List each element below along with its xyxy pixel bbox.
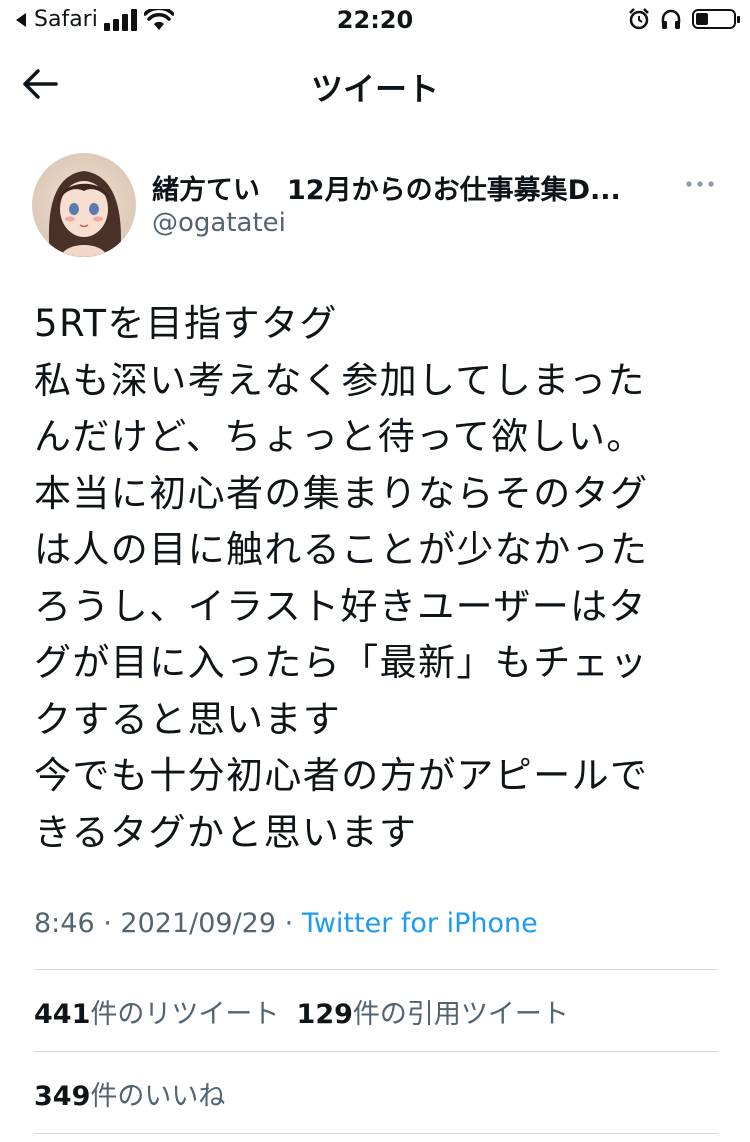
tweet-date[interactable]: 2021/09/29 <box>120 908 276 939</box>
retweets-count: 441 <box>34 999 91 1030</box>
divider <box>34 1051 718 1052</box>
tweet-text-line: 今でも十分初心者の方がアピールで <box>34 754 649 797</box>
retweets-stat[interactable]: 441件のリツイート <box>34 999 279 1030</box>
tweet-text-line: きるタグかと思います <box>34 810 418 854</box>
more-icon <box>686 181 714 187</box>
tweet-text-line: グが目に入ったら「最新」もチェッ <box>34 641 649 684</box>
divider <box>34 1133 718 1134</box>
author-name[interactable]: 緒方てい 12月からのお仕事募集D... <box>152 168 662 207</box>
tweet-meta: 8:46 · 2021/09/29 · Twitter for iPhone <box>34 908 538 939</box>
divider <box>34 969 718 970</box>
page-title: ツイート <box>310 70 439 108</box>
tweet-text-line: クすると思います <box>34 697 342 741</box>
meta-separator: · <box>103 908 112 939</box>
alarm-icon <box>629 8 649 30</box>
tweet-text-line: 本当に初心者の集まりならそのタグ <box>34 471 649 515</box>
more-options-button[interactable] <box>684 172 716 196</box>
retweets-label: 件のリツイート <box>90 999 280 1030</box>
tweet-text-line: んだけど、ちょっと待って欲しい。 <box>34 415 645 458</box>
status-bar: Safari 22:20 <box>0 0 750 40</box>
quotes-count: 129 <box>296 999 353 1030</box>
stats-row-reposts: 441件のリツイート 129件の引用ツイート <box>34 992 569 1031</box>
author-handle[interactable]: @ogatatei <box>152 208 286 238</box>
tweet-source-link[interactable]: Twitter for iPhone <box>302 908 538 939</box>
likes-count: 349 <box>34 1081 91 1112</box>
avatar-image <box>32 153 136 257</box>
meta-separator: · <box>284 908 294 939</box>
status-bar-right <box>628 8 740 30</box>
tweet-text: 5RTを目指すタグ 私も深い考えなく参加してしまった んだけど、ちょっと待って欲… <box>34 296 724 861</box>
header: ツイート <box>0 50 750 116</box>
quotes-label: 件の引用ツイート <box>352 999 569 1030</box>
tweet-time[interactable]: 8:46 <box>34 908 95 939</box>
stats-row-likes: 349件のいいね <box>34 1074 225 1113</box>
battery-icon <box>692 9 740 29</box>
likes-stat[interactable]: 349件のいいね <box>34 1081 225 1112</box>
tweet-text-line: は人の目に触れることが少なかった <box>34 528 649 571</box>
quotes-stat[interactable]: 129件の引用ツイート <box>297 999 569 1030</box>
likes-label: 件のいいね <box>90 1081 226 1112</box>
tweet-text-line: ろうし、イラスト好きユーザーはタ <box>34 584 647 628</box>
tweet-text-line: 私も深い考えなく参加してしまった <box>34 358 646 402</box>
avatar[interactable] <box>32 153 136 257</box>
headphones-icon <box>661 9 681 29</box>
tweet-text-line: 5RTを目指すタグ <box>34 302 338 345</box>
